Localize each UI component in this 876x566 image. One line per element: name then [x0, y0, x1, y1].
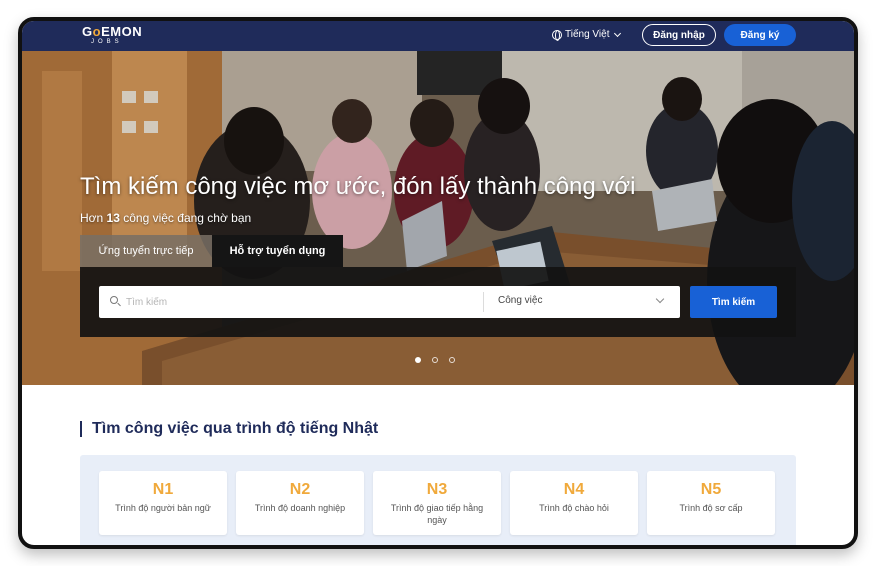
search-icon: [110, 296, 118, 304]
subtitle-suffix: công việc đang chờ bạn: [119, 211, 252, 225]
level-code: N5: [700, 481, 722, 498]
carousel-dot-1[interactable]: [415, 357, 421, 363]
language-selector[interactable]: Tiếng Việt: [552, 29, 622, 41]
browser-frame: GoEMON JOBS Tiếng Việt Đăng nhập Đăng ký: [18, 17, 858, 549]
level-code: N3: [426, 481, 448, 498]
level-description: Trình độ giao tiếp hằng ngày: [390, 503, 484, 525]
tab-recruitment-support[interactable]: Hỗ trợ tuyển dụng: [212, 235, 343, 267]
section-title: Tìm công việc qua trình độ tiếng Nhật: [80, 421, 378, 437]
subtitle-prefix: Hơn: [80, 211, 107, 225]
language-label: Tiếng Việt: [565, 29, 610, 40]
level-description: Trình độ người bản ngữ: [115, 503, 211, 513]
carousel-indicators: [415, 357, 455, 363]
logo-subtext: JOBS: [91, 39, 123, 45]
hero-subtitle: Hơn 13 công việc đang chờ bạn: [80, 211, 251, 225]
chevron-down-icon[interactable]: [655, 294, 665, 304]
level-description: Trình độ chào hỏi: [539, 503, 609, 513]
search-panel: Công việc Tìm kiếm: [80, 267, 796, 337]
level-code: N1: [152, 481, 174, 498]
level-card-n4[interactable]: N4 Trình độ chào hỏi: [510, 471, 638, 535]
level-code: N2: [289, 481, 311, 498]
level-description: Trình độ sơ cấp: [679, 503, 743, 513]
search-mode-tabs: Ứng tuyển trực tiếp Hỗ trợ tuyển dụng: [80, 235, 343, 267]
level-card-n1[interactable]: N1 Trình độ người bản ngữ: [99, 471, 227, 535]
chevron-down-icon: [614, 29, 622, 37]
level-code: N4: [563, 481, 585, 498]
carousel-dot-2[interactable]: [432, 357, 438, 363]
hero-title: Tìm kiếm công việc mơ ước, đón lấy thành…: [80, 173, 636, 200]
top-navigation-bar: GoEMON JOBS Tiếng Việt Đăng nhập Đăng ký: [22, 21, 854, 51]
level-card-n2[interactable]: N2 Trình độ doanh nghiệp: [236, 471, 364, 535]
register-button[interactable]: Đăng ký: [724, 24, 796, 46]
carousel-dot-3[interactable]: [449, 357, 455, 363]
logo-text: GoEMON: [82, 24, 143, 39]
search-input[interactable]: [126, 293, 476, 311]
login-button[interactable]: Đăng nhập: [642, 24, 716, 46]
japanese-levels-panel: N1 Trình độ người bản ngữ N2 Trình độ do…: [80, 455, 796, 545]
search-divider: [483, 292, 484, 312]
search-button[interactable]: Tìm kiếm: [690, 286, 777, 318]
site-logo[interactable]: GoEMON JOBS: [82, 25, 142, 45]
tab-direct-apply[interactable]: Ứng tuyển trực tiếp: [80, 235, 212, 267]
category-select[interactable]: Công việc: [498, 295, 542, 306]
level-card-n3[interactable]: N3 Trình độ giao tiếp hằng ngày: [373, 471, 501, 535]
hero-banner: Tìm kiếm công việc mơ ước, đón lấy thành…: [22, 51, 854, 385]
level-description: Trình độ doanh nghiệp: [254, 503, 346, 513]
job-count: 13: [106, 211, 120, 225]
search-box: Công việc: [99, 286, 680, 318]
level-card-n5[interactable]: N5 Trình độ sơ cấp: [647, 471, 775, 535]
globe-icon: [552, 29, 562, 41]
